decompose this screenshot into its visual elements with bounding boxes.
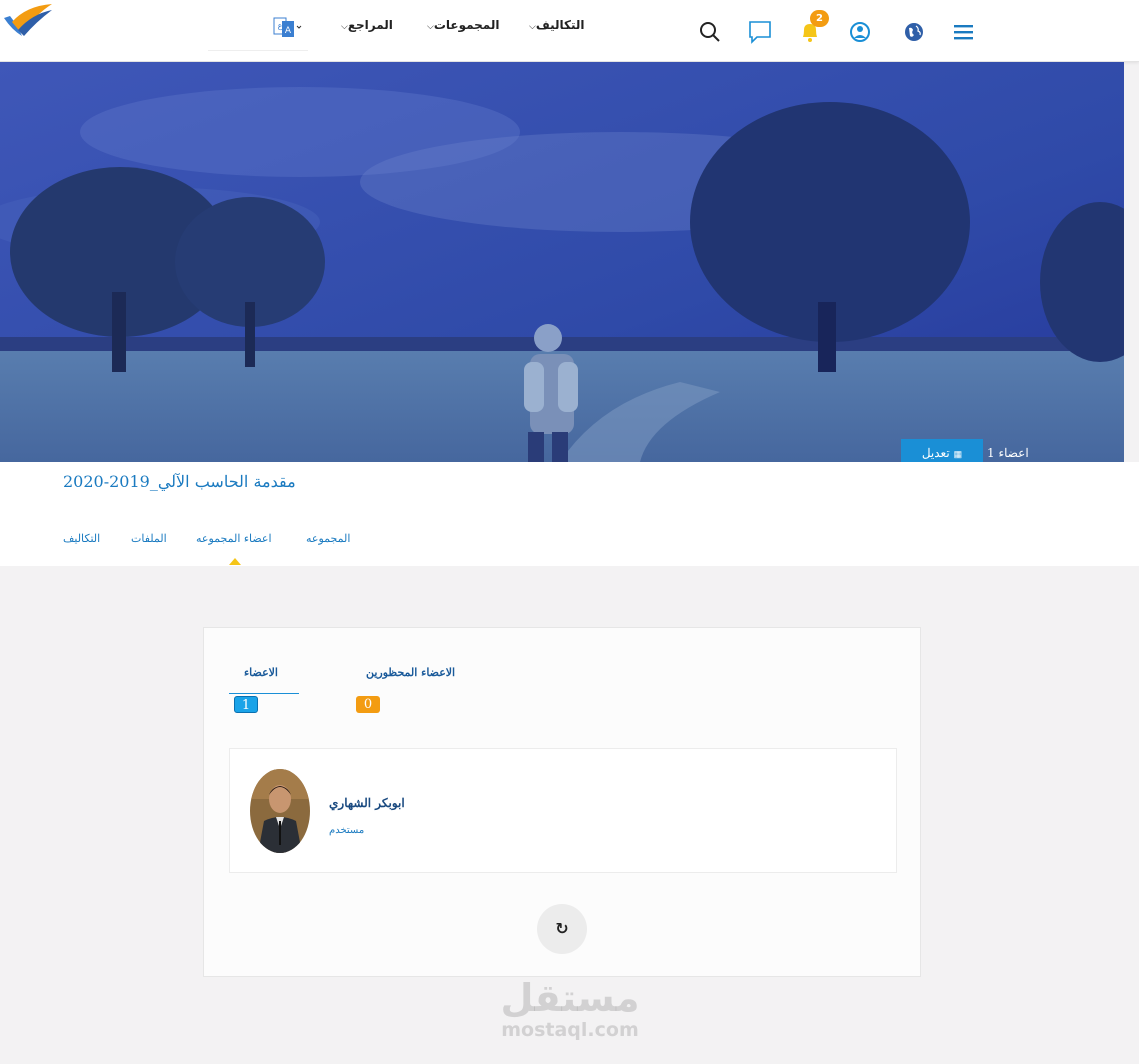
- translate-icon: A ع: [273, 17, 302, 37]
- chat-icon: [749, 21, 771, 44]
- group-cover-image: [0, 62, 1124, 462]
- tab-assignments[interactable]: التكاليف: [63, 532, 100, 545]
- user-icon: [850, 22, 870, 42]
- chevron-down-icon: ⌵: [529, 22, 536, 32]
- member-item: ابوبكر الشهاري مستخدم: [229, 748, 897, 873]
- globe-icon: [905, 23, 923, 41]
- top-navbar: A ع ⌵المراجع ⌵المجموعات ⌵التكاليف 2: [0, 0, 1139, 62]
- nav-divider: [208, 50, 308, 51]
- group-title: مقدمة الحاسب الآلي_2019-2020: [63, 472, 296, 491]
- menu-button[interactable]: [951, 19, 977, 45]
- search-icon: [700, 22, 720, 42]
- tab-group-members[interactable]: اعضاء المجموعه: [196, 532, 272, 545]
- member-role: مستخدم: [329, 825, 365, 836]
- site-logo[interactable]: [2, 0, 54, 40]
- hamburger-icon: [954, 25, 973, 40]
- messages-button[interactable]: [747, 19, 773, 45]
- nav-references[interactable]: ⌵المراجع: [340, 18, 393, 32]
- notification-count-badge: 2: [810, 10, 829, 27]
- members-count-badge: 1: [234, 696, 258, 713]
- watermark-english: mostaql.com: [501, 1019, 639, 1041]
- tab-files[interactable]: الملفات: [131, 532, 167, 545]
- subtab-active-underline: [229, 693, 299, 694]
- member-name[interactable]: ابوبكر الشهاري: [329, 796, 405, 810]
- subtab-members[interactable]: الاعضاء: [244, 666, 278, 679]
- refresh-icon: ↻: [555, 919, 569, 938]
- globe-button[interactable]: [901, 19, 927, 45]
- chevron-down-icon: ⌵: [341, 22, 348, 32]
- profile-button[interactable]: [847, 19, 873, 45]
- refresh-button[interactable]: ↻: [537, 904, 587, 954]
- svg-text:ع: ع: [278, 21, 283, 30]
- nav-groups[interactable]: ⌵المجموعات: [426, 18, 499, 32]
- search-button[interactable]: [697, 19, 723, 45]
- watermark: مستقل mostaql.com: [495, 976, 645, 1040]
- banned-count-badge: 0: [356, 696, 380, 713]
- avatar[interactable]: [250, 769, 310, 853]
- watermark-arabic: مستقل: [500, 976, 640, 1020]
- subtab-banned-members[interactable]: الاعضاء المحظورين: [366, 666, 455, 679]
- svg-text:A: A: [285, 26, 292, 36]
- members-count-label: اعضاء 1: [987, 446, 1029, 460]
- tab-group[interactable]: المجموعه: [306, 532, 350, 545]
- chevron-down-icon: ⌵: [427, 22, 434, 32]
- nav-assignments[interactable]: ⌵التكاليف: [528, 18, 585, 32]
- language-switch-button[interactable]: A ع: [273, 16, 303, 40]
- members-card: الاعضاء 1 الاعضاء المحظورين 0 ابوبكر الش…: [203, 627, 921, 977]
- group-header: مقدمة الحاسب الآلي_2019-2020 المجموعه اع…: [0, 462, 1139, 566]
- active-tab-indicator: [229, 558, 241, 565]
